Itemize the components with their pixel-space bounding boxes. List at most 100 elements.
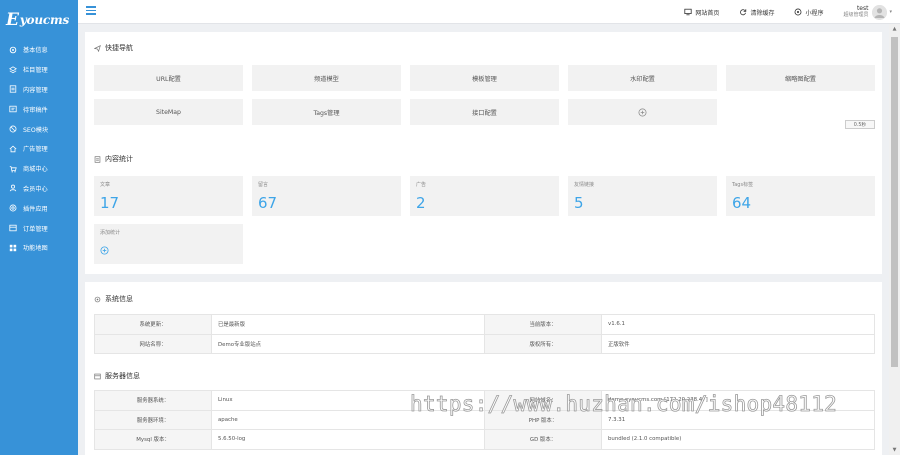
- stat-messages[interactable]: 留言 67: [252, 176, 401, 216]
- quick-nav-channel-model[interactable]: 频道模型: [252, 65, 401, 91]
- avatar-icon: [872, 4, 888, 20]
- stat-add-label: 添加统计: [100, 230, 121, 236]
- sidebar-item-columns[interactable]: 栏目管理: [0, 60, 78, 80]
- sidebar-item-label: 会员中心: [23, 185, 48, 193]
- sidebar-item-label: 订单管理: [23, 225, 48, 233]
- stat-label: 广告: [416, 182, 427, 188]
- quick-nav-title: 快捷导航: [94, 43, 133, 53]
- seo-icon: [8, 124, 18, 134]
- stat-value: 17: [100, 194, 120, 212]
- sidebar-item-pending[interactable]: 待审稿件: [0, 99, 78, 119]
- pending-icon: [8, 104, 18, 114]
- sidebar: Eyoucms 基本信息 栏目管理 内容管理 待审稿件 SEO模块 广告管理 商…: [0, 0, 78, 455]
- send-icon: [94, 44, 101, 52]
- scroll-up-icon[interactable]: ▲: [891, 26, 898, 32]
- miniapp-label: 小程序: [805, 9, 824, 17]
- content-stats-panel: 内容统计 文章 17 留言 67 广告 2 友情链接 5 Tags标签 64 添…: [85, 144, 882, 274]
- sidebar-item-label: 待审稿件: [23, 106, 48, 114]
- system-info-title: 系统信息: [94, 294, 133, 304]
- stat-articles[interactable]: 文章 17: [94, 176, 243, 216]
- gear-icon: [94, 296, 101, 302]
- clear-cache-label: 清除缓存: [750, 9, 775, 17]
- sidebar-item-label: 内容管理: [23, 86, 48, 94]
- stat-ads[interactable]: 广告 2: [410, 176, 559, 216]
- vertical-scrollbar[interactable]: ▲ ▼: [889, 24, 900, 455]
- quick-nav-thumbnail-config[interactable]: 缩略图配置: [726, 65, 875, 91]
- logo-initial: E: [6, 10, 19, 30]
- stat-friend-links[interactable]: 友情链接 5: [568, 176, 717, 216]
- stat-value: 64: [732, 194, 752, 212]
- quick-nav-template-manage[interactable]: 模板管理: [410, 65, 559, 91]
- sidebar-item-plugins[interactable]: 插件应用: [0, 198, 78, 218]
- sidebar-item-label: 基本信息: [23, 47, 48, 55]
- logo-text: youcms: [19, 13, 70, 27]
- sidebar-item-content[interactable]: 内容管理: [0, 80, 78, 100]
- stat-tags[interactable]: Tags标签 64: [726, 176, 875, 216]
- main-content: 快捷导航 URL配置 频道模型 模板管理 水印配置 缩略图配置 SiteMap …: [78, 24, 889, 455]
- sidebar-item-orders[interactable]: 订单管理: [0, 218, 78, 238]
- sidebar-item-seo[interactable]: SEO模块: [0, 119, 78, 139]
- sidebar-item-ads[interactable]: 广告管理: [0, 139, 78, 159]
- plus-circle-icon: [638, 108, 647, 116]
- quick-nav-sitemap[interactable]: SiteMap: [94, 99, 243, 125]
- document-icon: [8, 84, 18, 94]
- scroll-thumb[interactable]: [891, 37, 898, 367]
- gear-icon: [8, 45, 18, 55]
- sidebar-item-shop[interactable]: 商城中心: [0, 159, 78, 179]
- system-info-table: 系统更新： 已是最新版 当前版本： v1.6.1 网站名称： Demo专业版站点…: [94, 314, 875, 354]
- system-info-panel: 系统信息 系统更新： 已是最新版 当前版本： v1.6.1 网站名称： Demo…: [85, 282, 882, 455]
- table-row: 服务器系统： Linux 网站域名： demo.eyoucms.com [172…: [94, 390, 875, 411]
- quick-nav-watermark-config[interactable]: 水印配置: [568, 65, 717, 91]
- miniapp-icon: [795, 8, 802, 16]
- server-icon: [94, 373, 101, 379]
- stats-icon: [94, 155, 101, 163]
- layers-icon: [8, 65, 18, 75]
- timer-badge: 0.5秒: [845, 120, 875, 129]
- table-row: 服务器环境： apache PHP 版本： 7.3.31: [94, 409, 875, 430]
- order-icon: [8, 223, 18, 233]
- sidebar-item-function-map[interactable]: 功能地图: [0, 238, 78, 258]
- user-menu[interactable]: test 超级管理员 ▾: [843, 4, 892, 20]
- quick-nav-add-button[interactable]: [568, 99, 717, 125]
- stat-label: 留言: [258, 182, 269, 188]
- table-row: 系统更新： 已是最新版 当前版本： v1.6.1: [94, 314, 875, 335]
- scroll-down-icon[interactable]: ▼: [891, 447, 898, 453]
- sidebar-item-label: 功能地图: [23, 245, 48, 253]
- content-stats-title: 内容统计: [94, 154, 133, 164]
- quick-nav-tags-manage[interactable]: Tags管理: [252, 99, 401, 125]
- quick-nav-url-config[interactable]: URL配置: [94, 65, 243, 91]
- menu-toggle-icon[interactable]: [86, 6, 96, 16]
- quick-nav-panel: 快捷导航 URL配置 频道模型 模板管理 水印配置 缩略图配置 SiteMap …: [85, 32, 882, 159]
- monitor-icon: [684, 8, 693, 16]
- sidebar-item-label: 广告管理: [23, 146, 48, 154]
- sidebar-item-members[interactable]: 会员中心: [0, 179, 78, 199]
- stat-value: 5: [574, 194, 584, 212]
- avatar[interactable]: [872, 4, 888, 20]
- miniapp-link[interactable]: 小程序: [794, 8, 823, 17]
- plus-circle-icon: [100, 246, 109, 255]
- sidebar-item-basic-info[interactable]: 基本信息: [0, 40, 78, 60]
- sidebar-item-label: SEO模块: [23, 126, 49, 134]
- site-home-label: 网站首页: [695, 9, 720, 17]
- quick-nav-api-config[interactable]: 接口配置: [410, 99, 559, 125]
- user-icon: [8, 183, 18, 193]
- plugin-icon: [8, 203, 18, 213]
- grid-icon: [8, 243, 18, 253]
- stat-value: 67: [258, 194, 278, 212]
- site-home-link[interactable]: 网站首页: [684, 8, 719, 17]
- chevron-down-icon[interactable]: ▾: [889, 9, 892, 15]
- stat-value: 2: [416, 194, 426, 212]
- server-info-title: 服务器信息: [94, 371, 140, 381]
- stat-add[interactable]: 添加统计: [94, 224, 243, 264]
- user-name: test: [856, 5, 869, 12]
- sidebar-item-label: 商城中心: [23, 166, 48, 174]
- server-info-table: 服务器系统： Linux 网站域名： demo.eyoucms.com [172…: [94, 390, 875, 450]
- logo[interactable]: Eyoucms: [0, 0, 78, 40]
- cart-icon: [8, 164, 18, 174]
- topbar: 网站首页 清除缓存 小程序 test 超级管理员 ▾: [78, 0, 900, 24]
- stat-label: 文章: [100, 182, 111, 188]
- clear-cache-link[interactable]: 清除缓存: [739, 8, 774, 17]
- home-icon: [8, 144, 18, 154]
- sidebar-item-label: 栏目管理: [23, 67, 48, 75]
- user-role: 超级管理员: [843, 12, 869, 18]
